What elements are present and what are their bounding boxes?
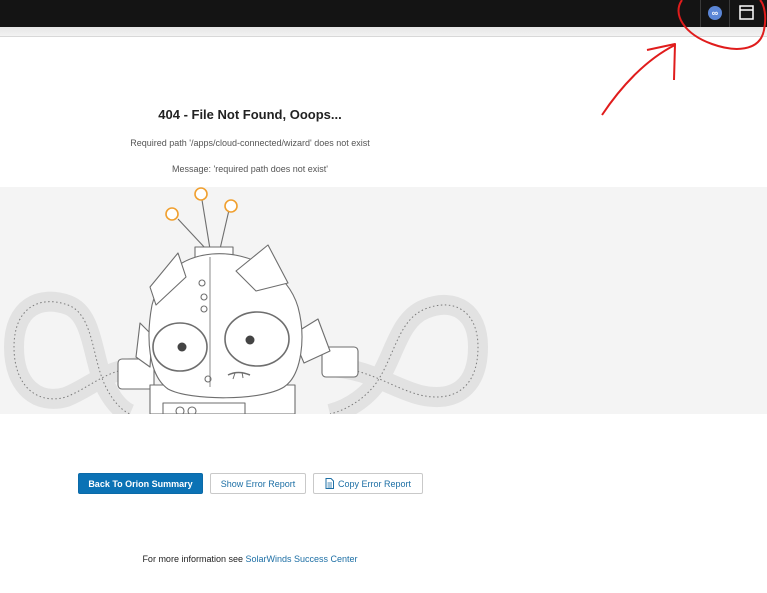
window-icon[interactable] xyxy=(738,4,755,21)
toolbar-divider xyxy=(729,0,730,27)
error-detail-message: Message: 'required path does not exist' xyxy=(171,164,329,174)
success-center-link[interactable]: SolarWinds Success Center xyxy=(246,554,358,564)
footer-prefix: For more information see xyxy=(142,554,243,564)
annotation-arrow xyxy=(601,44,676,116)
annotation-arrowhead xyxy=(646,43,676,81)
antenna-tip xyxy=(165,207,179,221)
document-icon xyxy=(325,478,334,489)
back-to-summary-label: Back To Orion Summary xyxy=(88,478,193,489)
footer-info: For more information see SolarWinds Succ… xyxy=(0,554,500,564)
copy-error-report-button[interactable]: Copy Error Report xyxy=(313,473,423,494)
antenna-tip xyxy=(224,199,238,213)
robot-antenna-line xyxy=(177,218,207,250)
top-bar: ∞ xyxy=(0,0,767,27)
robot-illustration xyxy=(4,187,488,414)
status-icon[interactable]: ∞ xyxy=(708,6,722,20)
robot-antenna-line xyxy=(219,209,230,250)
antenna-tip xyxy=(194,187,208,201)
robot-left-arm xyxy=(4,291,151,414)
robot-left-pupil xyxy=(177,342,187,352)
robot-panel xyxy=(162,402,246,414)
robot-antenna-line xyxy=(201,199,211,250)
error-path-message: Required path '/apps/cloud-connected/wiz… xyxy=(130,138,370,148)
robot-right-pupil xyxy=(245,335,255,345)
error-title: 404 - File Not Found, Ooops... xyxy=(158,107,342,122)
robot-right-eye xyxy=(224,311,290,367)
show-error-report-label: Show Error Report xyxy=(220,478,296,489)
header-strip xyxy=(0,27,767,37)
copy-error-report-label: Copy Error Report xyxy=(337,478,412,489)
back-to-summary-button[interactable]: Back To Orion Summary xyxy=(78,473,203,494)
show-error-report-button[interactable]: Show Error Report xyxy=(210,473,306,494)
toolbar-divider xyxy=(700,0,701,27)
